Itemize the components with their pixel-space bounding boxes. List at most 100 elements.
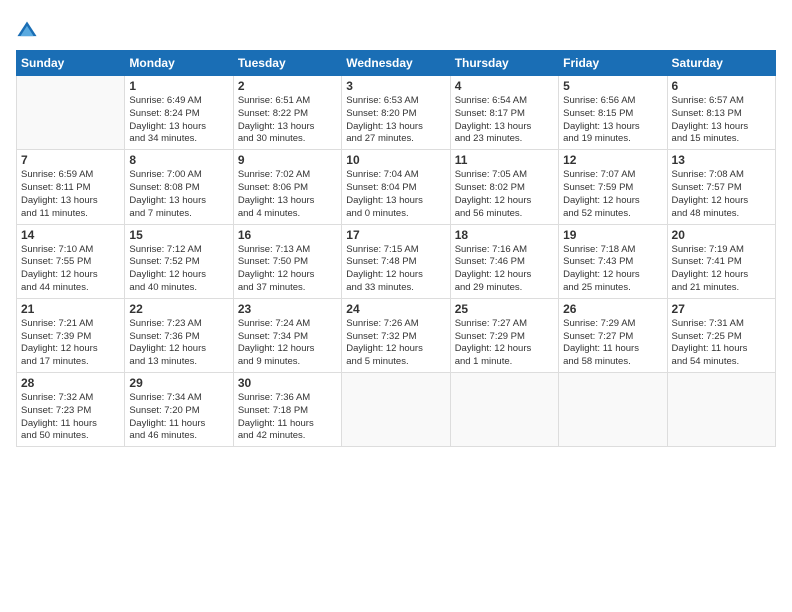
- calendar-cell: 25 Sunrise: 7:27 AMSunset: 7:29 PMDayligh…: [450, 298, 558, 372]
- calendar-cell: 28Sunrise: 7:32 AMSunset: 7:23 PMDayligh…: [17, 373, 125, 447]
- calendar-cell: 20Sunrise: 7:19 AMSunset: 7:41 PMDayligh…: [667, 224, 775, 298]
- calendar-cell: 9Sunrise: 7:02 AMSunset: 8:06 PMDaylight…: [233, 150, 341, 224]
- calendar-cell: 24Sunrise: 7:26 AMSunset: 7:32 PMDayligh…: [342, 298, 450, 372]
- day-info: Daylight: 13 hours: [238, 121, 337, 134]
- day-number: 6: [672, 79, 771, 93]
- day-number: 21: [21, 302, 120, 316]
- day-info: and 25 minutes.: [563, 282, 662, 295]
- day-number: 10: [346, 153, 445, 167]
- day-info: and 37 minutes.: [238, 282, 337, 295]
- day-info: Sunrise: 7:21 AM: [21, 318, 120, 331]
- day-info: Sunset: 8:08 PM: [129, 182, 228, 195]
- day-info: Sunrise: 7:32 AM: [21, 392, 120, 405]
- day-number: 11: [455, 153, 554, 167]
- day-number: 27: [672, 302, 771, 316]
- calendar-cell: 15Sunrise: 7:12 AMSunset: 7:52 PMDayligh…: [125, 224, 233, 298]
- day-info: and 5 minutes.: [346, 356, 445, 369]
- day-info: Sunset: 7:20 PM: [129, 405, 228, 418]
- day-info: and 11 minutes.: [21, 208, 120, 221]
- calendar: SundayMondayTuesdayWednesdayThursdayFrid…: [16, 50, 776, 447]
- day-number: 14: [21, 228, 120, 242]
- day-number: 18: [455, 228, 554, 242]
- day-info: Daylight: 12 hours: [129, 343, 228, 356]
- day-info: Sunset: 8:17 PM: [455, 108, 554, 121]
- week-row-5: 28 Sunrise: 7:32 AMSunset: 7:23 PM Dayligh…: [17, 373, 776, 447]
- logo-icon: [16, 20, 38, 42]
- day-info: Sunrise: 7:19 AM: [672, 244, 771, 257]
- day-info: Daylight: 12 hours: [238, 343, 337, 356]
- day-info: Sunrise: 7:27 AM: [455, 318, 554, 331]
- day-info: Daylight: 13 hours: [21, 195, 120, 208]
- day-info: Daylight: 12 hours: [21, 269, 120, 282]
- day-info: Sunset: 7:39 PM: [21, 331, 120, 344]
- day-info: Sunrise: 7:15 AM: [346, 244, 445, 257]
- weekday-header-tuesday: Tuesday: [233, 51, 341, 76]
- day-info: and 1 minute.: [455, 356, 554, 369]
- day-info: Daylight: 12 hours: [563, 195, 662, 208]
- day-info: Daylight: 12 hours: [455, 343, 554, 356]
- day-info: Sunset: 8:04 PM: [346, 182, 445, 195]
- day-info: Daylight: 12 hours: [21, 343, 120, 356]
- day-info: and 40 minutes.: [129, 282, 228, 295]
- day-info: and 4 minutes.: [238, 208, 337, 221]
- day-info: and 52 minutes.: [563, 208, 662, 221]
- day-info: Sunset: 8:06 PM: [238, 182, 337, 195]
- calendar-cell: 3Sunrise: 6:53 AMSunset: 8:20 PMDaylight…: [342, 76, 450, 150]
- calendar-cell: 18Sunrise: 7:16 AMSunset: 7:46 PMDayligh…: [450, 224, 558, 298]
- calendar-cell: 27Sunrise: 7:31 AMSunset: 7:25 PMDayligh…: [667, 298, 775, 372]
- day-info: Sunrise: 7:34 AM: [129, 392, 228, 405]
- day-info: Sunrise: 6:56 AM: [563, 95, 662, 108]
- day-info: Daylight: 11 hours: [672, 343, 771, 356]
- day-info: Daylight: 13 hours: [238, 195, 337, 208]
- calendar-cell: 8Sunrise: 7:00 AMSunset: 8:08 PMDaylight…: [125, 150, 233, 224]
- day-info: Daylight: 12 hours: [455, 195, 554, 208]
- day-info: Sunrise: 7:36 AM: [238, 392, 337, 405]
- day-number: 7: [21, 153, 120, 167]
- day-info: Sunrise: 6:54 AM: [455, 95, 554, 108]
- day-number: 28: [21, 376, 120, 390]
- day-info: Daylight: 13 hours: [129, 195, 228, 208]
- day-info: Sunset: 7:48 PM: [346, 256, 445, 269]
- day-number: 25: [455, 302, 554, 316]
- day-info: Sunrise: 7:05 AM: [455, 169, 554, 182]
- day-number: 9: [238, 153, 337, 167]
- day-number: 16: [238, 228, 337, 242]
- calendar-cell: [667, 373, 775, 447]
- day-info: Sunset: 7:36 PM: [129, 331, 228, 344]
- day-info: Sunset: 8:24 PM: [129, 108, 228, 121]
- week-row-4: 21Sunrise: 7:21 AMSunset: 7:39 PMDayligh…: [17, 298, 776, 372]
- day-info: Daylight: 11 hours: [129, 418, 228, 431]
- calendar-cell: [450, 373, 558, 447]
- calendar-cell: [17, 76, 125, 150]
- day-number: 26: [563, 302, 662, 316]
- day-info: Daylight: 12 hours: [563, 269, 662, 282]
- calendar-cell: 19Sunrise: 7:18 AMSunset: 7:43 PMDayligh…: [559, 224, 667, 298]
- day-info: Sunrise: 6:59 AM: [21, 169, 120, 182]
- day-info: Sunset: 7:57 PM: [672, 182, 771, 195]
- day-info: Sunrise: 7:29 AM: [563, 318, 662, 331]
- weekday-header-row: SundayMondayTuesdayWednesdayThursdayFrid…: [17, 51, 776, 76]
- day-info: and 15 minutes.: [672, 133, 771, 146]
- calendar-cell: [342, 373, 450, 447]
- calendar-cell: 2Sunrise: 6:51 AMSunset: 8:22 PMDaylight…: [233, 76, 341, 150]
- weekday-header-thursday: Thursday: [450, 51, 558, 76]
- day-info: Daylight: 13 hours: [563, 121, 662, 134]
- calendar-cell: 26Sunrise: 7:29 AMSunset: 7:27 PMDayligh…: [559, 298, 667, 372]
- day-info: Sunset: 7:34 PM: [238, 331, 337, 344]
- day-info: and 29 minutes.: [455, 282, 554, 295]
- week-row-3: 14Sunrise: 7:10 AMSunset: 7:55 PMDayligh…: [17, 224, 776, 298]
- day-info: Sunset: 7:29 PM: [455, 331, 554, 344]
- weekday-header-wednesday: Wednesday: [342, 51, 450, 76]
- calendar-cell: 29Sunrise: 7:34 AMSunset: 7:20 PMDayligh…: [125, 373, 233, 447]
- day-info: Sunset: 7:55 PM: [21, 256, 120, 269]
- day-info: Sunrise: 7:10 AM: [21, 244, 120, 257]
- day-info: Sunrise: 7:00 AM: [129, 169, 228, 182]
- weekday-header-friday: Friday: [559, 51, 667, 76]
- header: [16, 16, 776, 42]
- day-info: Sunrise: 7:13 AM: [238, 244, 337, 257]
- week-row-1: 1Sunrise: 6:49 AMSunset: 8:24 PMDaylight…: [17, 76, 776, 150]
- day-info: and 17 minutes.: [21, 356, 120, 369]
- calendar-cell: [559, 373, 667, 447]
- day-info: Sunset: 7:23 PM: [21, 405, 120, 418]
- day-info: Daylight: 12 hours: [672, 269, 771, 282]
